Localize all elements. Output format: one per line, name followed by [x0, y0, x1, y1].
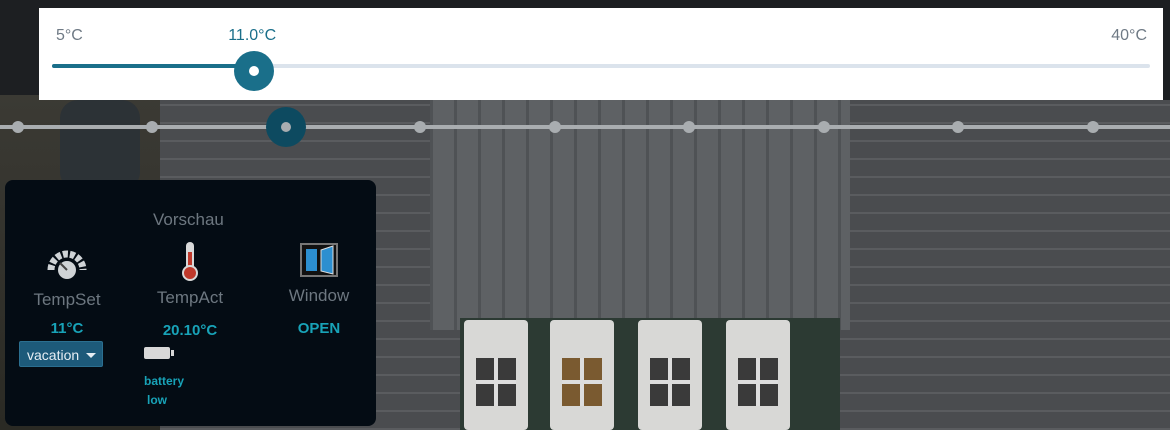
window-label: Window: [288, 286, 350, 305]
window-column: Window OPEN: [277, 240, 361, 337]
temperature-slider-fill: [52, 64, 255, 68]
slider-step-dot: [952, 121, 964, 133]
temperature-slider-panel: 5°C 11.0°C 40°C: [39, 8, 1163, 100]
slider-step-dot: [12, 121, 24, 133]
battery-status: battery low: [144, 372, 204, 410]
window-open-icon: [299, 240, 339, 280]
thermometer-icon: [178, 240, 202, 282]
tempset-label: TempSet: [33, 290, 101, 309]
temperature-slider-thumb[interactable]: [234, 51, 275, 91]
thermostat-panel: Vorschau TempSet 11°C TempAct 20.10°C Wi…: [5, 180, 376, 426]
mode-selected-value: vacation: [27, 347, 80, 363]
slider-step-dot: [549, 121, 561, 133]
mode-dropdown[interactable]: vacation: [19, 341, 103, 367]
slider-min-label: 5°C: [56, 27, 83, 44]
slider-step-dot: [1087, 121, 1099, 133]
battery-icon: [144, 347, 174, 359]
slider-step-dot: [818, 121, 830, 133]
tempset-value: 11°C: [50, 320, 84, 337]
slider-step-dot: [683, 121, 695, 133]
tempact-label: TempAct: [156, 288, 224, 307]
slider-step-dot: [146, 121, 158, 133]
caret-down-icon: [86, 353, 96, 358]
panel-title: Vorschau: [153, 210, 224, 229]
tempact-value: 20.10°C: [162, 322, 218, 339]
tempact-column: TempAct 20.10°C: [145, 240, 235, 339]
slider-max-label: 40°C: [1111, 27, 1147, 44]
background-slider-track: [0, 125, 1170, 129]
battery-status-line2: low: [147, 393, 167, 407]
slider-step-dot: [414, 121, 426, 133]
background-slider-thumb[interactable]: [266, 107, 306, 147]
tempset-column: TempSet 11°C: [25, 244, 109, 337]
battery-status-line1: battery: [144, 374, 185, 388]
temperature-slider-track[interactable]: [52, 64, 1150, 68]
window-status-value: OPEN: [297, 320, 341, 337]
thermostat-dial-icon: [47, 244, 87, 284]
slider-value-label: 11.0°C: [228, 27, 277, 44]
